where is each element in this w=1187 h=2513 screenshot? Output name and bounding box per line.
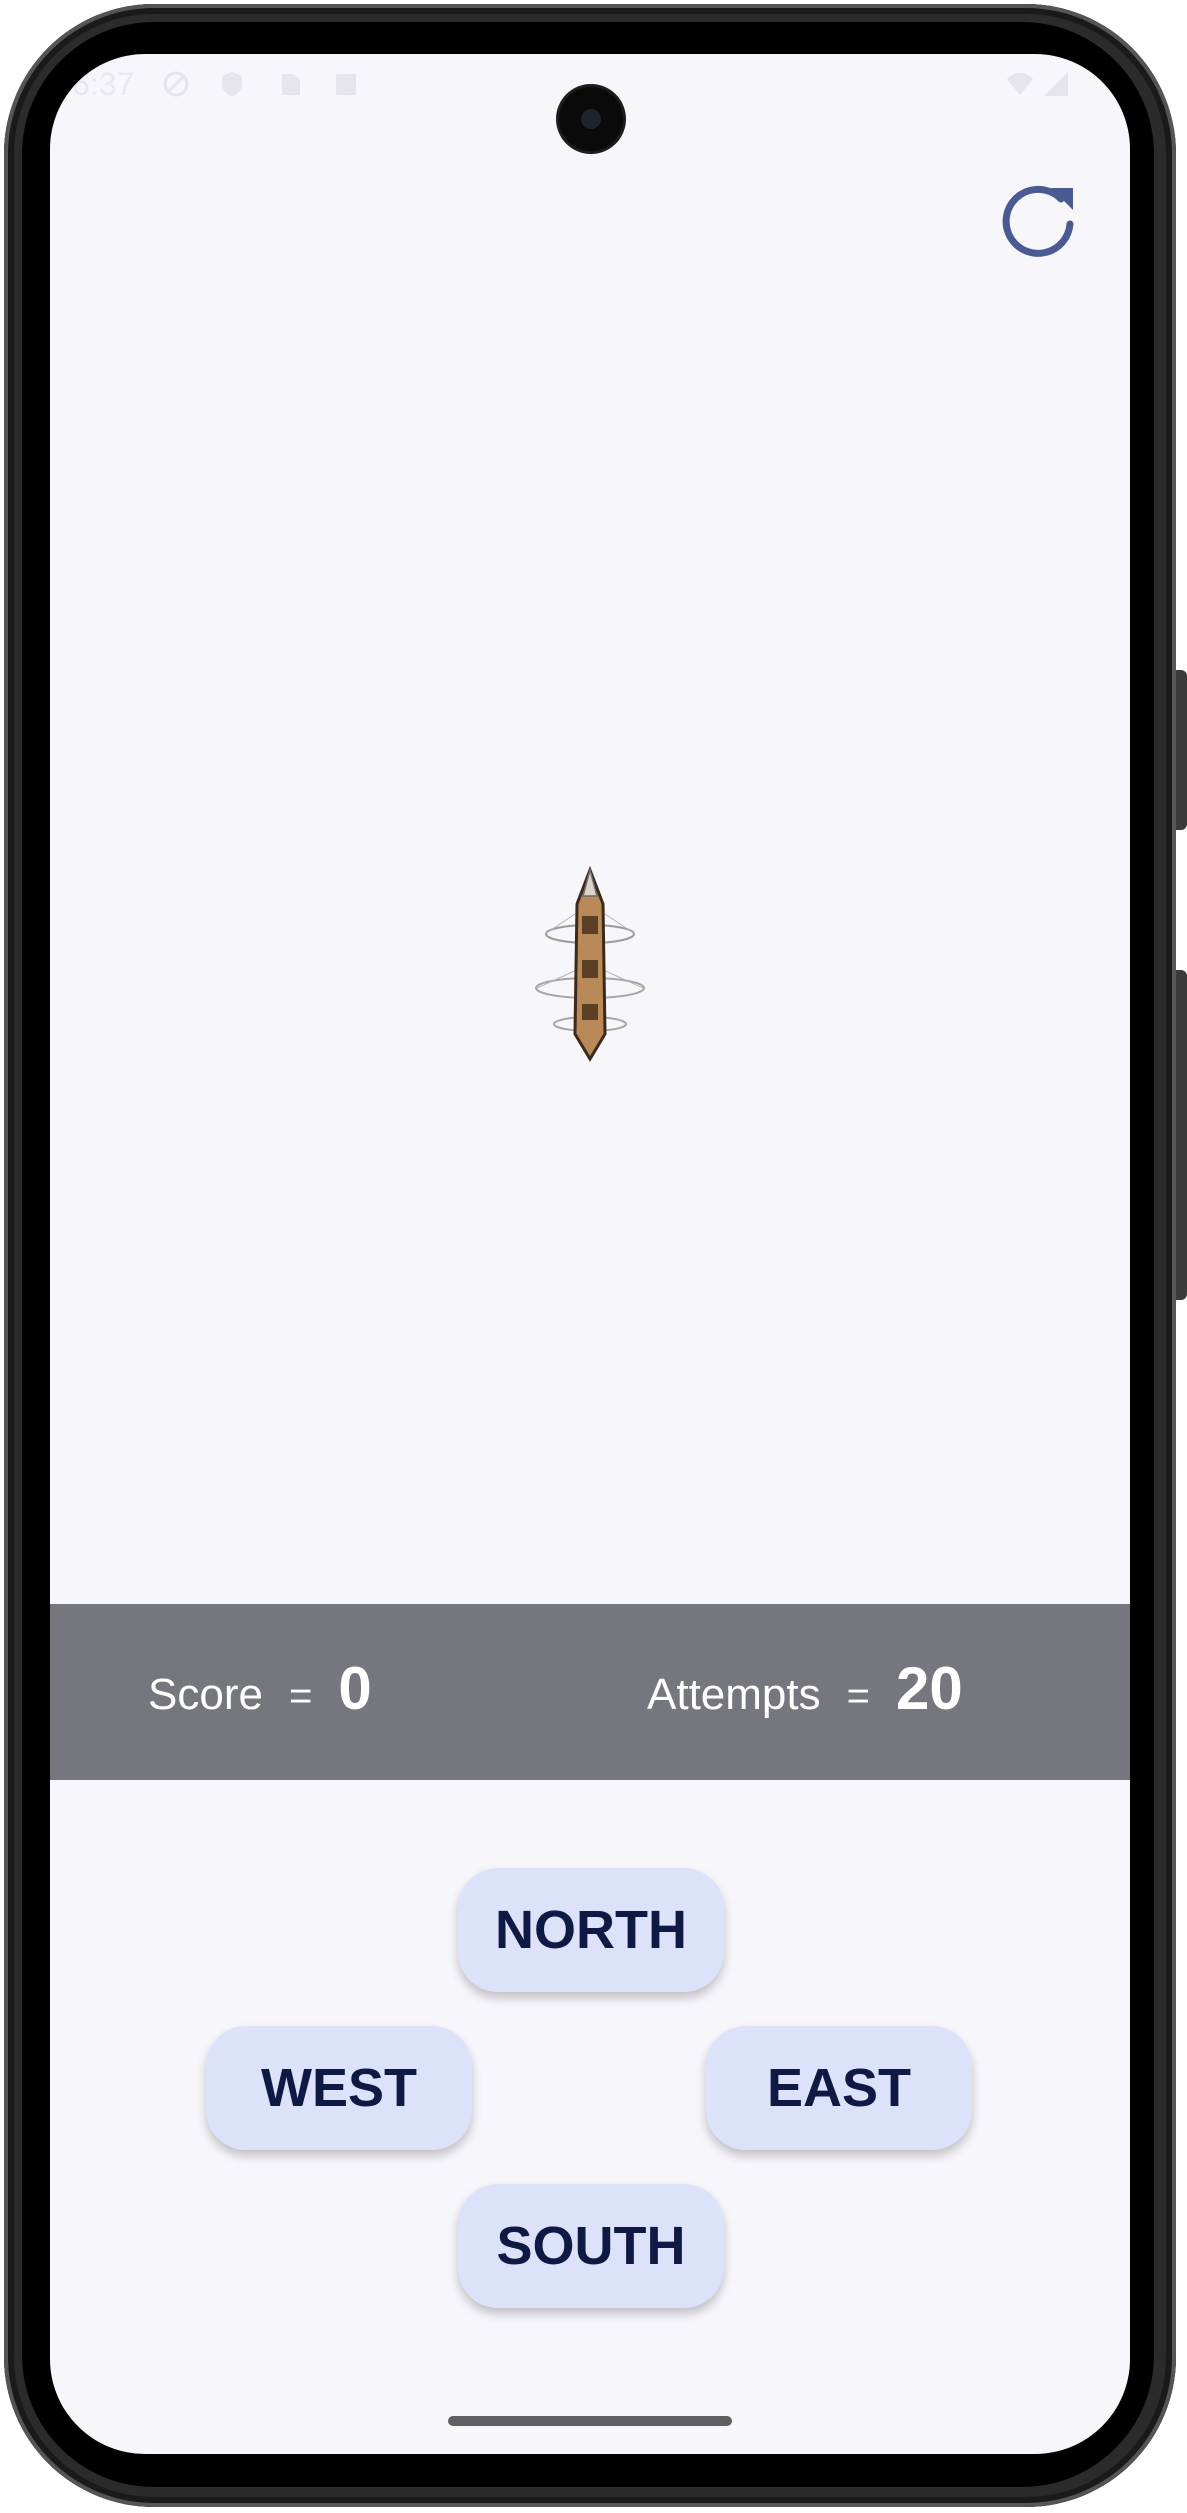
score-panel: Score = 0 Attempts = 20 bbox=[50, 1604, 1130, 1780]
phone-frame: 6:37 Score = 0 Attempts = 20 NORTH WEST … bbox=[0, 0, 1187, 2513]
signal-icon bbox=[1042, 70, 1070, 98]
attempts-equals: = bbox=[846, 1674, 870, 1718]
sim-card-icon bbox=[276, 70, 304, 98]
volume-rocker bbox=[1175, 970, 1187, 1300]
do-not-disturb-icon bbox=[162, 70, 190, 98]
front-camera bbox=[559, 87, 623, 151]
airship-sprite bbox=[535, 865, 645, 1062]
attempts-value: 20 bbox=[895, 1655, 963, 1722]
score-label: Score bbox=[148, 1670, 263, 1719]
east-button[interactable]: EAST bbox=[706, 2026, 972, 2150]
status-time: 6:37 bbox=[72, 66, 135, 102]
south-button[interactable]: SOUTH bbox=[458, 2184, 724, 2308]
app-screen: 6:37 Score = 0 Attempts = 20 NORTH WEST … bbox=[50, 54, 1130, 2454]
wifi-icon bbox=[1005, 70, 1033, 98]
score-equals: = bbox=[288, 1674, 313, 1718]
download-icon bbox=[332, 70, 360, 98]
north-button[interactable]: NORTH bbox=[458, 1868, 724, 1992]
score-stat: Score = 0 bbox=[148, 1654, 372, 1723]
attempts-stat: Attempts = 20 bbox=[647, 1654, 963, 1723]
gesture-nav-handle[interactable] bbox=[448, 2416, 732, 2426]
shield-icon bbox=[218, 70, 246, 98]
game-area bbox=[50, 154, 1130, 1604]
power-button bbox=[1175, 670, 1187, 830]
score-value: 0 bbox=[338, 1655, 372, 1722]
west-button[interactable]: WEST bbox=[206, 2026, 472, 2150]
attempts-label: Attempts bbox=[647, 1670, 821, 1719]
